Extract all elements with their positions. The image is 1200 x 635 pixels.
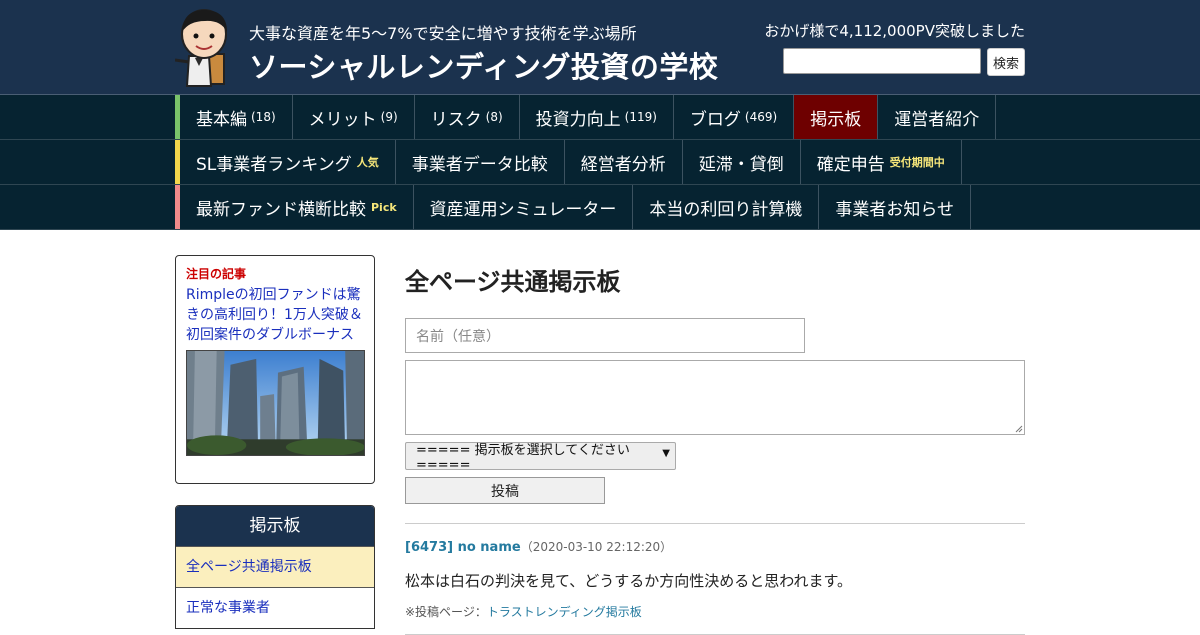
board-link-all-pages[interactable]: 全ページ共通掲示板 — [176, 546, 374, 587]
nav-item-board[interactable]: 掲示板 — [794, 95, 879, 139]
nav-label: SL事業者ランキング — [196, 154, 352, 175]
nav-item-ranking[interactable]: SL事業者ランキング 人気 — [180, 140, 396, 184]
nav-row-2: SL事業者ランキング 人気 事業者データ比較 経営者分析 延滞・貸倒 確定申告 受付… — [0, 140, 1200, 185]
nav-item-delinquency[interactable]: 延滞・貸倒 — [683, 140, 801, 184]
featured-label: 注目の記事 — [186, 267, 247, 281]
submit-button[interactable]: 投稿 — [405, 477, 605, 504]
site-title[interactable]: ソーシャルレンディング投資の学校 — [249, 44, 718, 86]
name-input[interactable]: 名前（任意） — [405, 318, 805, 353]
post-body: 松本は白石の判決を見て、どうするか方向性決めると思われます。 — [405, 572, 853, 590]
nav-label: メリット — [308, 109, 377, 130]
message-textarea[interactable] — [405, 360, 1025, 435]
nav-item-data-compare[interactable]: 事業者データ比較 — [396, 140, 565, 184]
board-list-heading: 掲示板 — [176, 506, 374, 546]
nav-label: 運営者紹介 — [894, 109, 980, 130]
site-header: 大事な資産を年5～7%で安全に増やす技術を学ぶ場所 ソーシャルレンディング投資の… — [0, 0, 1200, 95]
nav-label: リスク — [430, 109, 482, 130]
post-source-link[interactable]: トラストレンディング掲示板 — [487, 605, 642, 619]
nav-item-merits[interactable]: メリット (9) — [293, 95, 415, 139]
board-link-normal-operators[interactable]: 正常な事業者 — [176, 587, 374, 628]
page-title: 全ページ共通掲示板 — [405, 268, 621, 296]
nav-tag: Pick — [371, 200, 397, 214]
nav-tag: 人気 — [356, 156, 379, 169]
nav-count: (18) — [251, 110, 276, 124]
nav-item-fund-compare[interactable]: 最新ファンド横断比較 Pick — [180, 185, 414, 229]
search-button[interactable]: 検索 — [987, 48, 1025, 76]
nav-item-executive-analysis[interactable]: 経営者分析 — [565, 140, 683, 184]
nav-count: (469) — [744, 110, 778, 124]
search-input[interactable] — [783, 48, 981, 74]
nav-tag: 受付期間中 — [889, 156, 945, 169]
nav-label: ブログ — [689, 109, 741, 130]
nav-item-basics[interactable]: 基本編 (18) — [180, 95, 293, 139]
nav-count: (8) — [485, 110, 503, 124]
nav-row-3: 最新ファンド横断比較 Pick 資産運用シミュレーター 本当の利回り計算機 事業者… — [0, 185, 1200, 230]
nav-label: 掲示板 — [810, 109, 862, 130]
mascot-icon[interactable] — [175, 6, 233, 88]
post-source-prefix: ※投稿ページ： — [405, 605, 487, 619]
nav-label: 経営者分析 — [580, 154, 666, 175]
nav-label: 基本編 — [196, 109, 247, 130]
featured-article-box: 注目の記事 Rimpleの初回ファンドは驚きの高利回り！1万人突破＆初回案件のダ… — [175, 255, 375, 484]
nav-item-simulator[interactable]: 資産運用シミュレーター — [414, 185, 634, 229]
resize-handle-icon[interactable] — [1015, 425, 1023, 433]
nav-label: 確定申告 — [816, 154, 885, 175]
skyscraper-photo[interactable] — [186, 350, 365, 456]
nav-item-about[interactable]: 運営者紹介 — [878, 95, 997, 139]
featured-article-link[interactable]: Rimpleの初回ファンドは驚きの高利回り！1万人突破＆初回案件のダブルボーナス — [186, 285, 364, 345]
divider — [405, 523, 1025, 524]
post-item: [6473] no name（2020-03-10 22:12:20） 松本は白… — [405, 538, 1025, 620]
nav-item-announcements[interactable]: 事業者お知らせ — [819, 185, 972, 229]
board-select-value: ===== 掲示板を選択してください ===== — [416, 443, 630, 473]
board-list-box: 掲示板 全ページ共通掲示板 正常な事業者 — [175, 505, 375, 629]
nav-row-1: 基本編 (18) メリット (9) リスク (8) 投資力向上 (119) ブログ (46… — [0, 95, 1200, 140]
nav-item-yield-calculator[interactable]: 本当の利回り計算機 — [633, 185, 820, 229]
nav-label: 最新ファンド横断比較 — [196, 199, 366, 220]
nav-count: (119) — [624, 110, 657, 124]
post-meta: [6473] no name（2020-03-10 22:12:20） — [405, 538, 1025, 555]
post-source: ※投稿ページ：トラストレンディング掲示板 — [405, 603, 1025, 620]
nav-label: 本当の利回り計算機 — [649, 199, 803, 220]
pv-counter: おかげ様で4,112,000PV突破しました — [764, 22, 1025, 40]
main-content: 全ページ共通掲示板 名前（任意） ===== 掲示板を選択してください ====… — [405, 262, 1025, 635]
dropdown-arrow-icon: ▼ — [662, 448, 670, 459]
nav-count: (9) — [380, 110, 398, 124]
nav-label: 事業者データ比較 — [411, 154, 548, 175]
nav-item-skills[interactable]: 投資力向上 (119) — [520, 95, 674, 139]
nav-label: 事業者お知らせ — [835, 199, 955, 220]
board-select[interactable]: ===== 掲示板を選択してください ===== ▼ — [405, 442, 676, 473]
post-author: [6473] no name — [405, 540, 521, 555]
global-nav: 基本編 (18) メリット (9) リスク (8) 投資力向上 (119) ブログ (46… — [0, 95, 1200, 230]
site-tagline: 大事な資産を年5～7%で安全に増やす技術を学ぶ場所 — [249, 24, 637, 43]
nav-item-tax-return[interactable]: 確定申告 受付期間中 — [801, 140, 962, 184]
nav-label: 延滞・貸倒 — [698, 154, 784, 175]
nav-item-blog[interactable]: ブログ (469) — [674, 95, 795, 139]
post-date: （2020-03-10 22:12:20） — [520, 540, 673, 554]
nav-label: 投資力向上 — [535, 109, 621, 130]
nav-item-risks[interactable]: リスク (8) — [415, 95, 520, 139]
sidebar: 注目の記事 Rimpleの初回ファンドは驚きの高利回り！1万人突破＆初回案件のダ… — [175, 255, 375, 629]
nav-label: 資産運用シミュレーター — [429, 199, 617, 220]
